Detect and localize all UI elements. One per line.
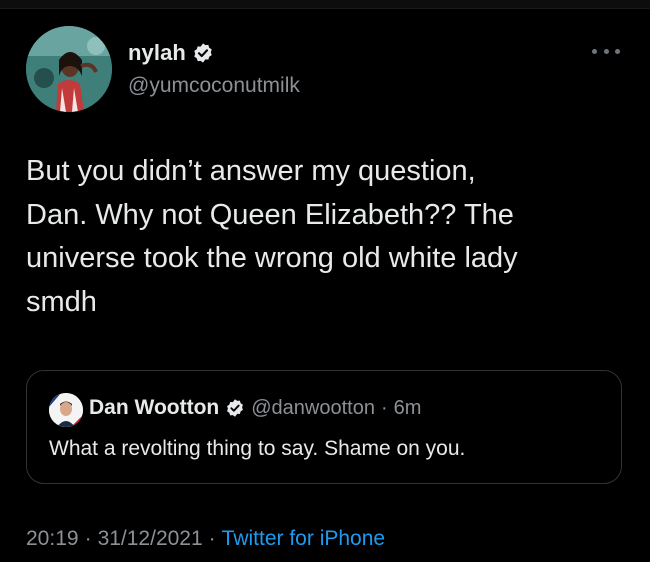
meta-separator: · bbox=[84, 527, 92, 550]
quote-avatar[interactable] bbox=[49, 393, 83, 427]
quote-author-handle[interactable]: @danwootton bbox=[251, 397, 375, 420]
quote-text: What a revolting thing to say. Shame on … bbox=[49, 437, 466, 460]
verified-badge-icon bbox=[225, 398, 245, 418]
author-name-row: nylah bbox=[128, 40, 214, 66]
quote-separator: · bbox=[380, 396, 388, 419]
tweet-source-link[interactable]: Twitter for iPhone bbox=[222, 527, 385, 551]
author-name[interactable]: nylah bbox=[128, 40, 186, 66]
tweet-time[interactable]: 20:19 bbox=[26, 527, 79, 551]
author-avatar[interactable] bbox=[26, 26, 112, 112]
author-handle[interactable]: @yumcoconutmilk bbox=[128, 74, 300, 98]
quoted-tweet[interactable]: Dan Wootton @danwootton · 6m What a revo… bbox=[26, 370, 622, 484]
tweet-date[interactable]: 31/12/2021 bbox=[98, 527, 203, 551]
more-horizontal-icon[interactable] bbox=[592, 44, 620, 58]
verified-badge-icon bbox=[192, 42, 214, 64]
quote-header: Dan Wootton @danwootton · 6m bbox=[89, 396, 421, 420]
tweet-meta: 20:19 · 31/12/2021 · Twitter for iPhone bbox=[26, 527, 385, 551]
quote-author-name[interactable]: Dan Wootton bbox=[89, 396, 219, 420]
meta-separator: · bbox=[208, 527, 216, 550]
tweet: nylah @yumcoconutmilk But you didn’t ans… bbox=[0, 0, 650, 562]
more-dot bbox=[592, 48, 597, 54]
quote-timestamp[interactable]: 6m bbox=[394, 397, 422, 420]
more-dot bbox=[615, 48, 620, 54]
more-dot bbox=[603, 48, 609, 54]
tweet-text: But you didn’t answer my question, Dan. … bbox=[26, 155, 518, 318]
